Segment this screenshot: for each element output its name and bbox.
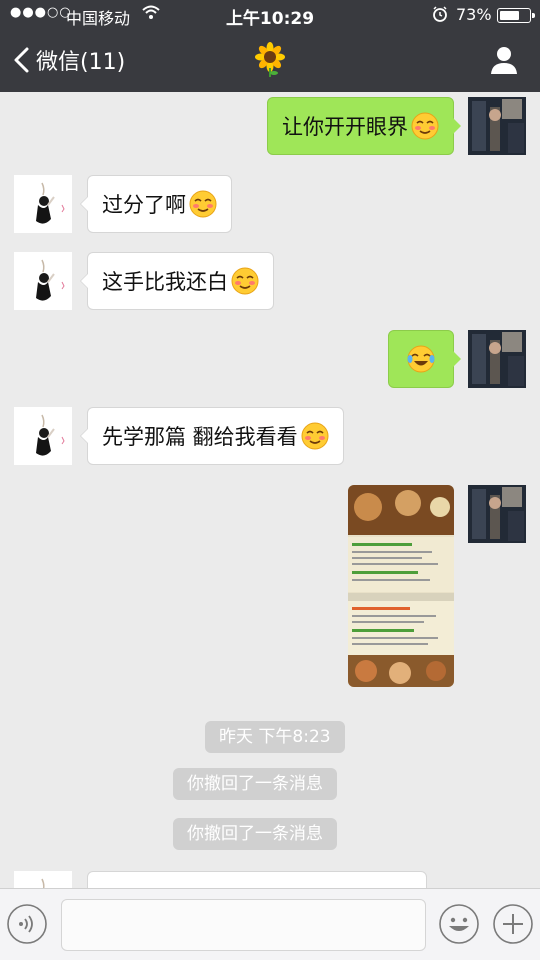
- chevron-left-icon: [14, 47, 29, 73]
- battery-level: [500, 11, 520, 20]
- timestamp-label: 昨天 下午8:23: [205, 721, 345, 753]
- blush-emoji-icon: [411, 112, 439, 140]
- my-avatar[interactable]: [468, 97, 526, 155]
- message-bubble-received[interactable]: 这手比我还白: [80, 252, 274, 310]
- battery-icon: [497, 8, 535, 23]
- contact-avatar[interactable]: [14, 252, 72, 310]
- message-bubble-sent[interactable]: [388, 330, 461, 388]
- message-bubble-received[interactable]: 先学那篇 翻给我看看: [80, 407, 344, 465]
- input-bar: [0, 888, 540, 960]
- message-text: 过分了啊: [102, 193, 186, 217]
- navigation-bar: 微信(11): [0, 30, 540, 92]
- message-bubble-sent[interactable]: 让你开开眼界: [267, 97, 461, 155]
- alarm-icon: [433, 6, 447, 22]
- message-input[interactable]: [61, 899, 426, 951]
- status-bar: ●●●○○ 中国移动 上午10:29 73%: [0, 0, 540, 30]
- smiley-icon[interactable]: [438, 903, 480, 945]
- tears-of-joy-emoji-icon: [407, 345, 435, 373]
- plus-icon[interactable]: [492, 903, 534, 945]
- battery-percent: 73%: [456, 5, 492, 24]
- voice-icon[interactable]: [6, 903, 48, 945]
- top-bar: ●●●○○ 中国移动 上午10:29 73% 微信(11): [0, 0, 540, 92]
- contact-avatar[interactable]: [14, 175, 72, 233]
- back-button[interactable]: 微信(11): [12, 44, 125, 76]
- message-text: 让你开开眼界: [282, 115, 408, 139]
- photo-message[interactable]: [348, 485, 454, 687]
- blush-emoji-icon: [300, 422, 329, 450]
- message-text: 这手比我还白: [102, 270, 228, 294]
- blush-emoji-icon: [189, 190, 217, 218]
- recall-notice: 你撤回了一条消息: [173, 818, 337, 850]
- message-list[interactable]: 让你开开眼界 过分了啊 这手比我还白 先学那篇 翻给我看看 昨天 下午8:23 …: [0, 92, 540, 888]
- message-bubble-received[interactable]: [87, 871, 427, 888]
- message-text: 先学那篇 翻给我看看: [102, 425, 298, 449]
- contact-avatar[interactable]: [14, 407, 72, 465]
- sunflower-emoji-icon: [255, 42, 285, 77]
- my-avatar[interactable]: [468, 330, 526, 388]
- back-label: 微信(11): [36, 50, 126, 75]
- blush-emoji-icon: [231, 267, 259, 295]
- contact-avatar[interactable]: [14, 871, 72, 888]
- my-avatar[interactable]: [468, 485, 526, 543]
- recall-notice: 你撤回了一条消息: [173, 768, 337, 800]
- chat-info-person-icon[interactable]: [488, 44, 520, 76]
- message-bubble-received[interactable]: 过分了啊: [80, 175, 232, 233]
